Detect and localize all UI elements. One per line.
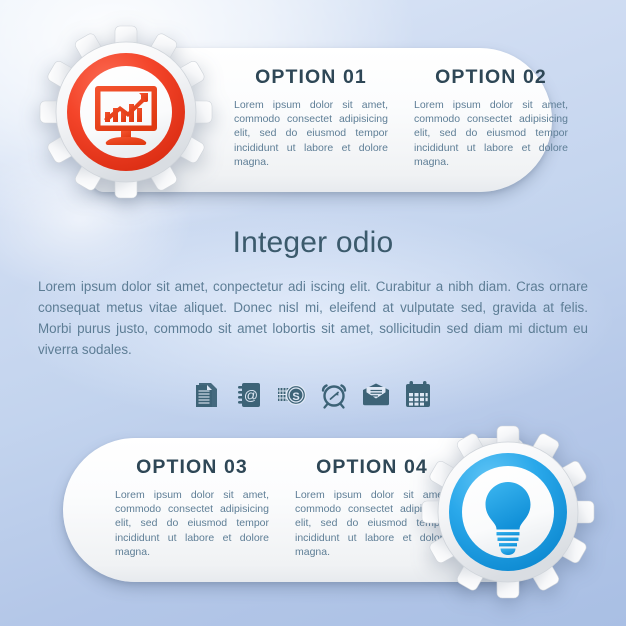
intro-paragraph: Lorem ipsum dolor sit amet, conpectetur … [38,276,588,360]
gear-badge-red[interactable] [36,22,216,202]
address-book-at-icon[interactable]: @ [236,380,264,410]
option-01-body: Lorem ipsum dolor sit amet, commodo cons… [234,99,388,168]
option-03-body: Lorem ipsum dolor sit amet, commodo cons… [115,489,269,558]
top-options-list: OPTION 01 Lorem ipsum dolor sit amet, co… [234,66,568,169]
option-card-01[interactable]: OPTION 01 Lorem ipsum dolor sit amet, co… [234,66,388,169]
option-card-03[interactable]: OPTION 03 Lorem ipsum dolor sit amet, co… [115,456,269,559]
alarm-clock-icon[interactable] [320,380,348,410]
envelope-message-icon[interactable] [362,380,390,410]
middle-content-section: Integer odio Lorem ipsum dolor sit amet,… [0,226,626,410]
option-card-02[interactable]: OPTION 02 Lorem ipsum dolor sit amet, co… [414,66,568,169]
option-02-body: Lorem ipsum dolor sit amet, commodo cons… [414,99,568,168]
gear-badge-blue[interactable] [418,422,598,602]
option-01-title: OPTION 01 [255,66,367,88]
calendar-icon[interactable] [404,380,432,410]
infographic-canvas: OPTION 01 Lorem ipsum dolor sit amet, co… [0,0,626,626]
option-02-title: OPTION 02 [435,66,547,88]
money-coin-icon[interactable]: S [278,380,306,410]
intro-line-1: Lorem ipsum dolor sit amet, conpectetur … [38,279,512,294]
svg-text:S: S [292,391,299,403]
feature-icon-row: @ S [0,380,626,410]
option-03-title: OPTION 03 [136,456,248,478]
bottom-options-list: OPTION 03 Lorem ipsum dolor sit amet, co… [115,456,449,559]
page-title: Integer odio [232,226,394,259]
document-icon[interactable] [194,380,222,410]
svg-text:@: @ [244,387,258,403]
